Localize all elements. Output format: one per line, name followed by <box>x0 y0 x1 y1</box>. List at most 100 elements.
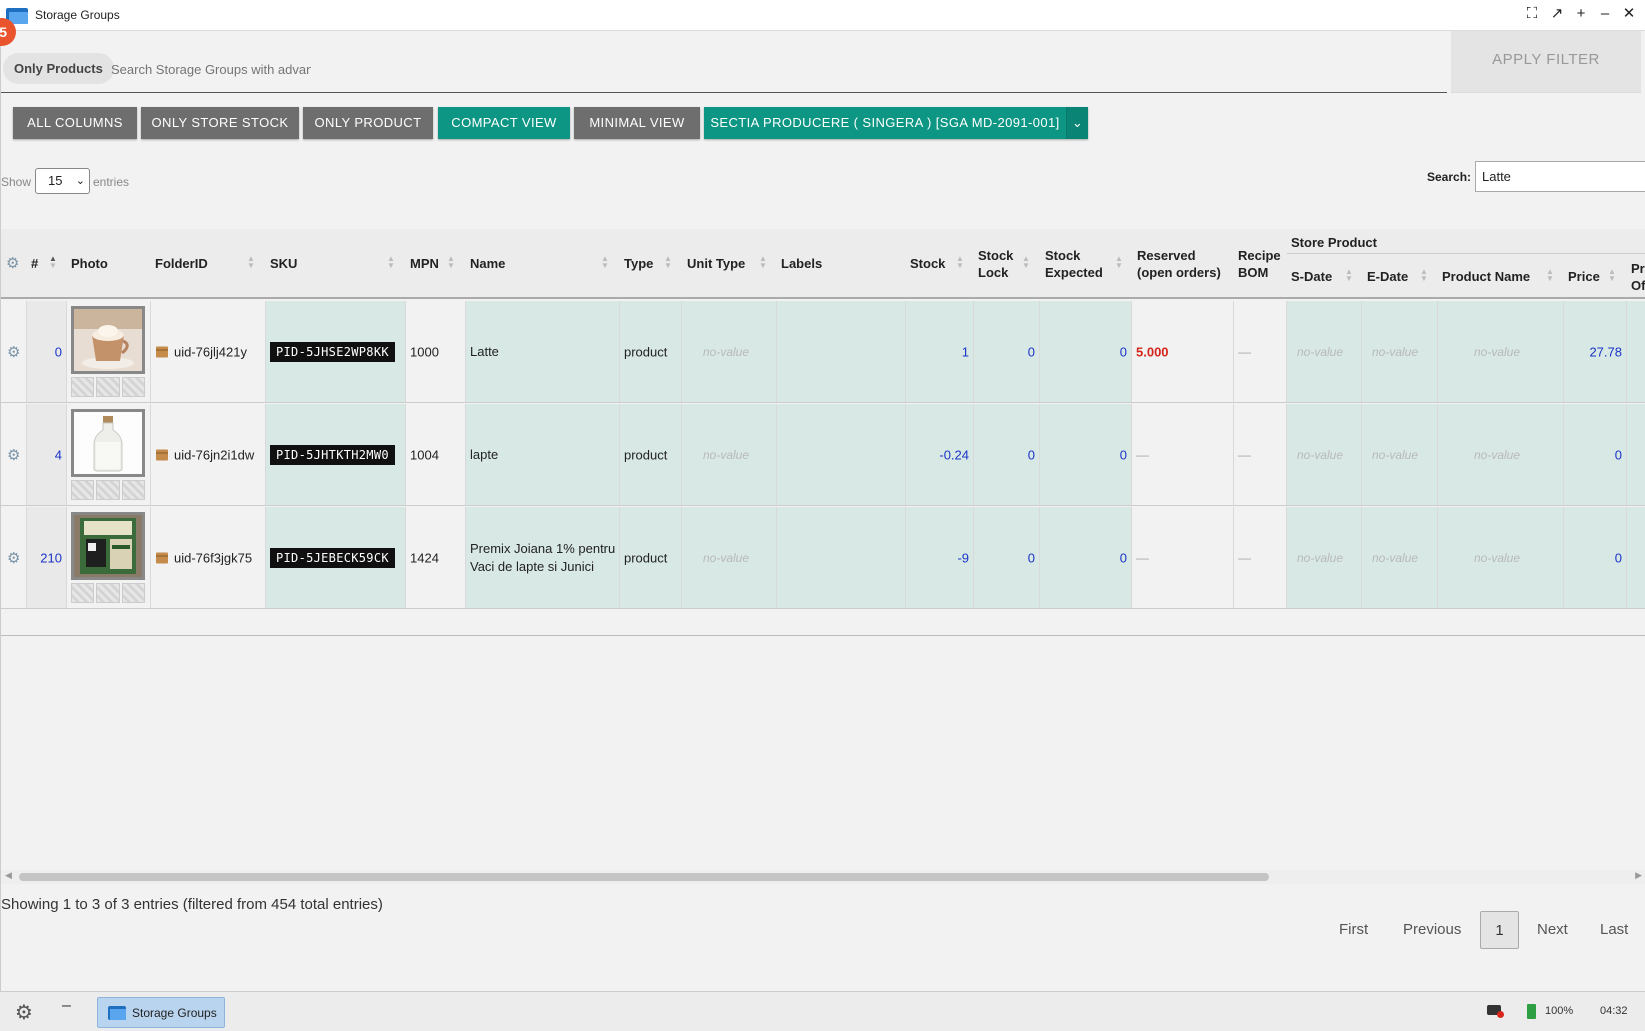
pager-first[interactable]: First <box>1339 911 1368 949</box>
unit-type-value: no-value <box>703 447 750 462</box>
box-icon <box>156 449 168 460</box>
network-offline-icon[interactable] <box>1487 1005 1504 1018</box>
reserved-value[interactable]: — <box>1136 447 1149 462</box>
col-sdate[interactable]: S-Date <box>1291 268 1332 285</box>
scrollbar-thumb[interactable] <box>19 873 1269 881</box>
col-mpn[interactable]: MPN <box>410 255 439 272</box>
horizontal-scrollbar[interactable]: ◀ ▶ <box>1 870 1645 884</box>
sort-icon: ▲ ▼ <box>447 254 455 270</box>
stock-lock-value[interactable]: 0 <box>1028 550 1035 565</box>
labels-cell[interactable] <box>777 507 906 608</box>
sku-badge[interactable]: PID-5JHSE2WP8KK <box>270 341 395 362</box>
pager-page-1[interactable]: 1 <box>1480 911 1519 949</box>
minimize-icon[interactable]: – <box>1597 6 1613 22</box>
reserved-value[interactable]: 5.000 <box>1136 344 1169 359</box>
plus-icon[interactable]: + <box>1573 6 1589 22</box>
stock-expected-value[interactable]: 0 <box>1120 550 1127 565</box>
pager-last[interactable]: Last <box>1600 911 1628 949</box>
labels-cell[interactable] <box>777 301 906 402</box>
col-reserved: Reserved (open orders) <box>1137 248 1221 280</box>
battery-percent: 100% <box>1545 1005 1574 1017</box>
labels-cell[interactable] <box>777 404 906 505</box>
pager-next[interactable]: Next <box>1537 911 1568 949</box>
col-unit-type[interactable]: Unit Type <box>687 255 745 272</box>
row-num[interactable]: 4 <box>55 447 62 462</box>
stock-lock-value[interactable]: 0 <box>1028 344 1035 359</box>
popout-icon[interactable]: ↗ <box>1549 6 1565 22</box>
col-stock-expected[interactable]: Stock Expected <box>1045 247 1103 281</box>
folder-id[interactable]: uid-76jlj421y <box>156 344 247 359</box>
scroll-left-icon[interactable]: ◀ <box>5 870 12 881</box>
page-length-select[interactable]: 15 ⌄ <box>35 168 90 194</box>
stock-value[interactable]: 1 <box>962 344 969 359</box>
fullscreen-icon[interactable]: ⛶ <box>1524 6 1540 22</box>
price-value[interactable]: 0 <box>1615 550 1622 565</box>
scroll-right-icon[interactable]: ▶ <box>1635 870 1642 881</box>
photo-thumbnails[interactable] <box>71 583 145 603</box>
table-search-input[interactable]: Latte <box>1475 161 1645 192</box>
row-gear-icon[interactable]: ⚙ <box>7 549 20 567</box>
col-price[interactable]: Price <box>1568 268 1600 285</box>
only-store-stock-button[interactable]: ONLY STORE STOCK <box>141 107 299 139</box>
product-photo[interactable] <box>71 512 145 580</box>
table-row[interactable]: ⚙ 4 uid-76jn2i1dw PID-5JHTKTH2MW0 1004 l… <box>1 404 1645 506</box>
col-product-name[interactable]: Product Name <box>1442 268 1530 285</box>
photo-thumbnails[interactable] <box>71 480 145 500</box>
product-name[interactable]: lapte <box>470 446 616 464</box>
minimize-all-icon[interactable]: – <box>62 997 71 1015</box>
only-product-button[interactable]: ONLY PRODUCT <box>303 107 433 139</box>
edate-value: no-value <box>1372 447 1419 462</box>
row-num[interactable]: 0 <box>55 344 62 359</box>
product-photo[interactable] <box>71 409 145 477</box>
product-name[interactable]: Premix Joiana 1% pentru Vaci de lapte si… <box>470 540 616 576</box>
stock-value[interactable]: -0.24 <box>939 447 969 462</box>
taskbar-app-storage-groups[interactable]: Storage Groups <box>97 997 225 1028</box>
row-gear-icon[interactable]: ⚙ <box>7 343 20 361</box>
sort-icon: ▲ ▼ <box>1345 267 1353 283</box>
stock-expected-value[interactable]: 0 <box>1120 344 1127 359</box>
edate-value: no-value <box>1372 550 1419 565</box>
storage-group-select[interactable]: SECTIA PRODUCERE ( SINGERA ) [SGA MD-209… <box>704 107 1088 139</box>
col-sku[interactable]: SKU <box>270 255 297 272</box>
row-num[interactable]: 210 <box>40 550 62 565</box>
col-stock-lock[interactable]: Stock Lock <box>978 247 1013 281</box>
sku-badge[interactable]: PID-5JHTKTH2MW0 <box>270 444 395 465</box>
reserved-value[interactable]: — <box>1136 550 1149 565</box>
price-value[interactable]: 0 <box>1615 447 1622 462</box>
store-product-name-value: no-value <box>1474 550 1521 565</box>
price-value[interactable]: 27.78 <box>1589 344 1622 359</box>
product-name[interactable]: Latte <box>470 343 616 361</box>
close-icon[interactable]: ✕ <box>1621 6 1637 22</box>
col-folder[interactable]: FolderID <box>155 255 208 272</box>
table-row[interactable]: ⚙ 0 uid-76jlj421y PID-5JHSE2WP8KK 1000 L… <box>1 301 1645 403</box>
type-value: product <box>624 447 668 462</box>
gear-icon[interactable]: ⚙ <box>15 1000 33 1025</box>
col-edate[interactable]: E-Date <box>1367 268 1408 285</box>
photo-thumbnails[interactable] <box>71 377 145 397</box>
stock-value[interactable]: -9 <box>957 550 969 565</box>
all-columns-button[interactable]: ALL COLUMNS <box>13 107 137 139</box>
stock-lock-value[interactable]: 0 <box>1028 447 1035 462</box>
apply-filter-button[interactable]: APPLY FILTER <box>1451 31 1641 93</box>
table-header: ⚙ # ▲ ▼ Photo FolderID ▲ ▼ SKU ▲ ▼ MPN ▲ ▼ N… <box>1 229 1645 299</box>
minimal-view-button[interactable]: MINIMAL VIEW <box>574 107 700 139</box>
advanced-search-input[interactable] <box>111 58 311 80</box>
box-icon <box>156 346 168 357</box>
only-products-chip[interactable]: Only Products <box>3 53 114 84</box>
sku-badge[interactable]: PID-5JEBECK59CK <box>270 547 395 568</box>
pager-previous[interactable]: Previous <box>1403 911 1461 949</box>
settings-gear-icon[interactable]: ⚙ <box>6 255 19 272</box>
row-gear-icon[interactable]: ⚙ <box>7 446 20 464</box>
folder-id[interactable]: uid-76f3jgk75 <box>156 550 252 565</box>
col-num[interactable]: # <box>31 255 38 272</box>
col-type[interactable]: Type <box>624 255 653 272</box>
col-group-store-product: Store Product <box>1291 235 1377 250</box>
entries-label: entries <box>93 175 130 189</box>
col-name[interactable]: Name <box>470 255 505 272</box>
product-photo[interactable] <box>71 306 145 374</box>
compact-view-button[interactable]: COMPACT VIEW <box>438 107 570 139</box>
col-stock[interactable]: Stock <box>910 255 945 272</box>
stock-expected-value[interactable]: 0 <box>1120 447 1127 462</box>
table-row[interactable]: ⚙ 210 uid-76f3jgk75 PID-5JEBECK59CK 1424… <box>1 507 1645 609</box>
folder-id[interactable]: uid-76jn2i1dw <box>156 447 254 462</box>
